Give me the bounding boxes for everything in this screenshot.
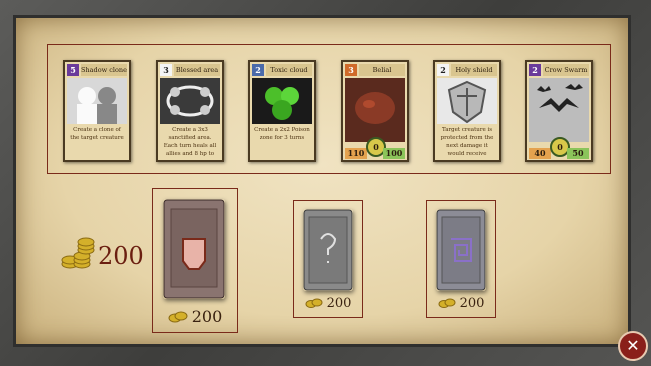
card-art — [160, 78, 220, 124]
card-cost: 3 — [345, 64, 357, 76]
card-name: Shadow clone — [81, 64, 127, 76]
card-name: Blessed area — [174, 64, 220, 76]
pack-tome — [163, 199, 225, 299]
pack-warrior[interactable]: 200 — [152, 188, 238, 333]
pack-price-row: 200 — [427, 296, 495, 311]
card-name: Belial — [359, 64, 405, 76]
pack-tome — [303, 209, 353, 291]
card-cost: 3 — [160, 64, 172, 76]
pack-price: 200 — [191, 307, 223, 326]
card-description: Create a clone of the target creature — [70, 127, 124, 141]
card-art — [252, 78, 312, 124]
pack-price: 200 — [459, 296, 485, 311]
card-toxic-cloud[interactable]: 2 Toxic cloud Create a 2x2 Poison zone f… — [248, 60, 316, 162]
pack-price-row: 200 — [294, 296, 362, 311]
card-art — [529, 78, 589, 142]
coin-icon — [168, 311, 188, 322]
pack-price-row: 200 — [153, 307, 237, 326]
card-attack: 110 — [345, 148, 367, 159]
card-description: Create a 2x2 Poison zone for 3 turns — [254, 127, 310, 141]
card-cost: 2 — [252, 64, 264, 76]
pack-price: 200 — [326, 296, 352, 311]
card-health: 100 — [383, 148, 405, 159]
card-attack: 40 — [529, 148, 551, 159]
card-art — [345, 78, 405, 142]
card-crow-swarm[interactable]: 2 Crow Swarm 40 0 50 — [525, 60, 593, 162]
card-description: Target creature is protected from the ne… — [440, 127, 494, 157]
coin-stack-icon — [60, 236, 96, 274]
card-cost: 2 — [529, 64, 541, 76]
card-blessed-area[interactable]: 3 Blessed area Create a 3x3 sanctified a… — [156, 60, 224, 162]
card-name: Holy shield — [451, 64, 497, 76]
card-shadow-clone[interactable]: 5 Shadow clone Create a clone of the tar… — [63, 60, 131, 162]
game-frame: 5 Shadow clone Create a clone of the tar… — [0, 0, 651, 366]
player-coin-balance: 200 — [98, 242, 144, 270]
card-holy-shield[interactable]: 2 Holy shield Target creature is protect… — [433, 60, 501, 162]
card-art — [67, 78, 127, 124]
coin-icon — [305, 298, 323, 308]
card-cost: 2 — [437, 64, 449, 76]
card-art — [437, 78, 497, 124]
card-belial[interactable]: 3 Belial 110 0 100 — [341, 60, 409, 162]
card-health: 50 — [567, 148, 589, 159]
card-description: Create a 3x3 sanctified area. Each turn … — [163, 127, 217, 157]
pack-mystery[interactable]: 200 — [293, 200, 363, 318]
pack-tome — [436, 209, 486, 291]
card-name: Toxic cloud — [266, 64, 312, 76]
pack-arcane[interactable]: 200 — [426, 200, 496, 318]
card-cost: 5 — [67, 64, 79, 76]
coin-icon — [438, 298, 456, 308]
close-button[interactable]: ✕ — [618, 331, 648, 361]
card-name: Crow Swarm — [543, 64, 589, 76]
fist-icon — [182, 238, 206, 270]
